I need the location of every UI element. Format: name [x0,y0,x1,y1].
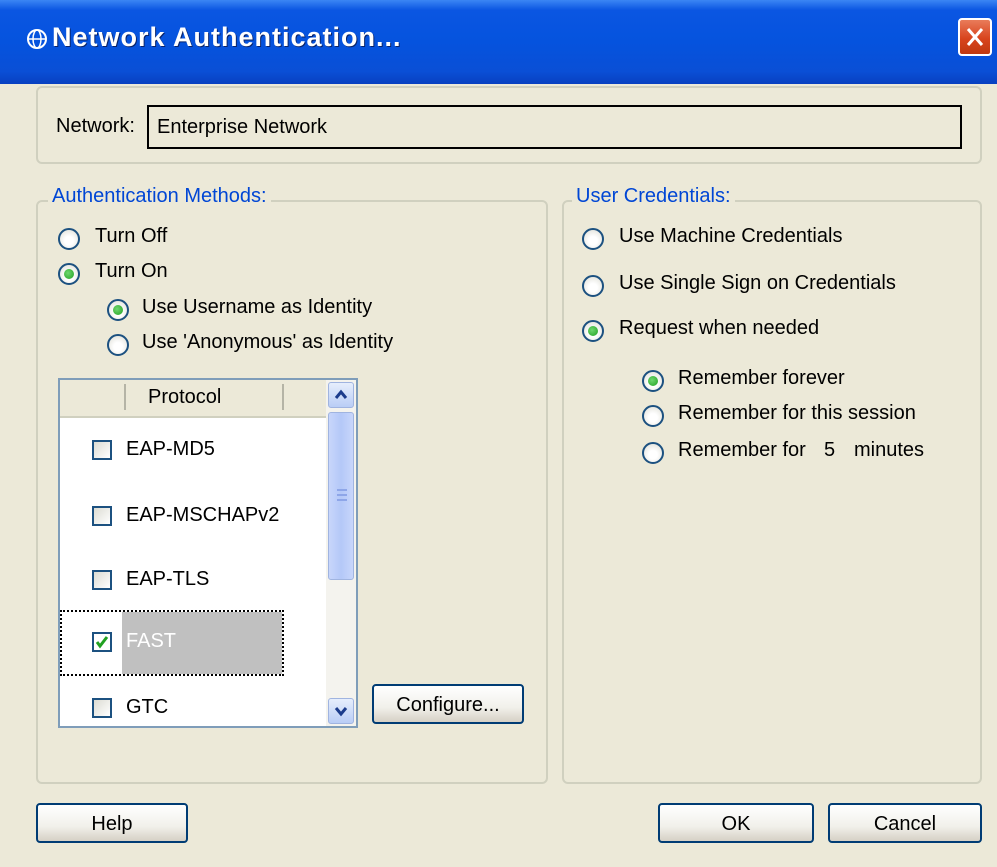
chevron-down-icon [334,707,348,717]
protocol-column-header[interactable]: Protocol [148,386,221,409]
title-bar[interactable]: Network Authentication... [0,0,997,84]
turn-on-radio[interactable] [58,263,80,285]
eap-mschapv2-label[interactable]: EAP-MSCHAPv2 [126,504,279,527]
machine-credentials-radio[interactable] [582,228,604,250]
help-button[interactable]: Help [36,803,188,843]
configure-button[interactable]: Configure... [372,684,524,724]
cancel-button[interactable]: Cancel [828,803,982,843]
remember-session-label[interactable]: Remember for this session [678,402,916,425]
network-globe-icon [27,29,47,49]
eap-tls-label[interactable]: EAP-TLS [126,568,209,591]
request-when-needed-label[interactable]: Request when needed [619,317,819,340]
user-credentials-legend: User Credentials: [572,185,735,208]
turn-off-radio[interactable] [58,228,80,250]
eap-tls-checkbox[interactable] [92,570,112,590]
eap-md5-label[interactable]: EAP-MD5 [126,438,215,461]
gtc-checkbox[interactable] [92,698,112,718]
header-separator [282,384,284,410]
grip-line [337,499,347,501]
minutes-unit-label: minutes [854,439,925,461]
eap-mschapv2-checkbox[interactable] [92,506,112,526]
close-icon [966,28,984,46]
turn-off-label[interactable]: Turn Off [95,225,167,248]
ok-button[interactable]: OK [658,803,814,843]
authentication-methods-legend: Authentication Methods: [48,185,271,208]
use-anonymous-identity-label[interactable]: Use 'Anonymous' as Identity [142,331,393,354]
remember-for-radio[interactable] [642,442,664,464]
scroll-down-button[interactable] [328,698,354,724]
remember-session-radio[interactable] [642,405,664,427]
protocol-list[interactable]: Protocol EAP-MD5 EAP-MSCHAPv2 EAP-TLS FA… [58,378,358,728]
network-name-field[interactable]: Enterprise Network [147,105,962,149]
use-anonymous-identity-radio[interactable] [107,334,129,356]
check-icon [95,636,109,649]
single-sign-on-label[interactable]: Use Single Sign on Credentials [619,272,896,295]
gtc-label[interactable]: GTC [126,696,168,719]
request-when-needed-radio[interactable] [582,320,604,342]
scroll-up-button[interactable] [328,382,354,408]
close-button[interactable] [958,18,992,56]
window-title: Network Authentication... [52,22,402,52]
network-label: Network: [56,115,135,137]
header-separator [124,384,126,410]
single-sign-on-radio[interactable] [582,275,604,297]
chevron-up-icon [334,389,348,399]
remember-forever-label[interactable]: Remember forever [678,367,845,390]
turn-on-label[interactable]: Turn On [95,260,168,283]
remember-forever-radio[interactable] [642,370,664,392]
protocol-list-header[interactable]: Protocol [60,380,326,418]
network-authentication-dialog: Network Authentication... Network: Enter… [0,0,997,867]
grip-line [337,494,347,496]
grip-line [337,489,347,491]
fast-label[interactable]: FAST [126,630,176,653]
minutes-value-field[interactable]: 5 [824,439,835,462]
use-username-identity-radio[interactable] [107,299,129,321]
protocol-list-scrollbar[interactable] [326,380,356,726]
eap-md5-checkbox[interactable] [92,440,112,460]
fast-checkbox[interactable] [92,632,112,652]
use-username-identity-label[interactable]: Use Username as Identity [142,296,372,319]
machine-credentials-label[interactable]: Use Machine Credentials [619,225,842,248]
scroll-thumb[interactable] [328,412,354,580]
remember-for-label[interactable]: Remember for [678,439,806,462]
